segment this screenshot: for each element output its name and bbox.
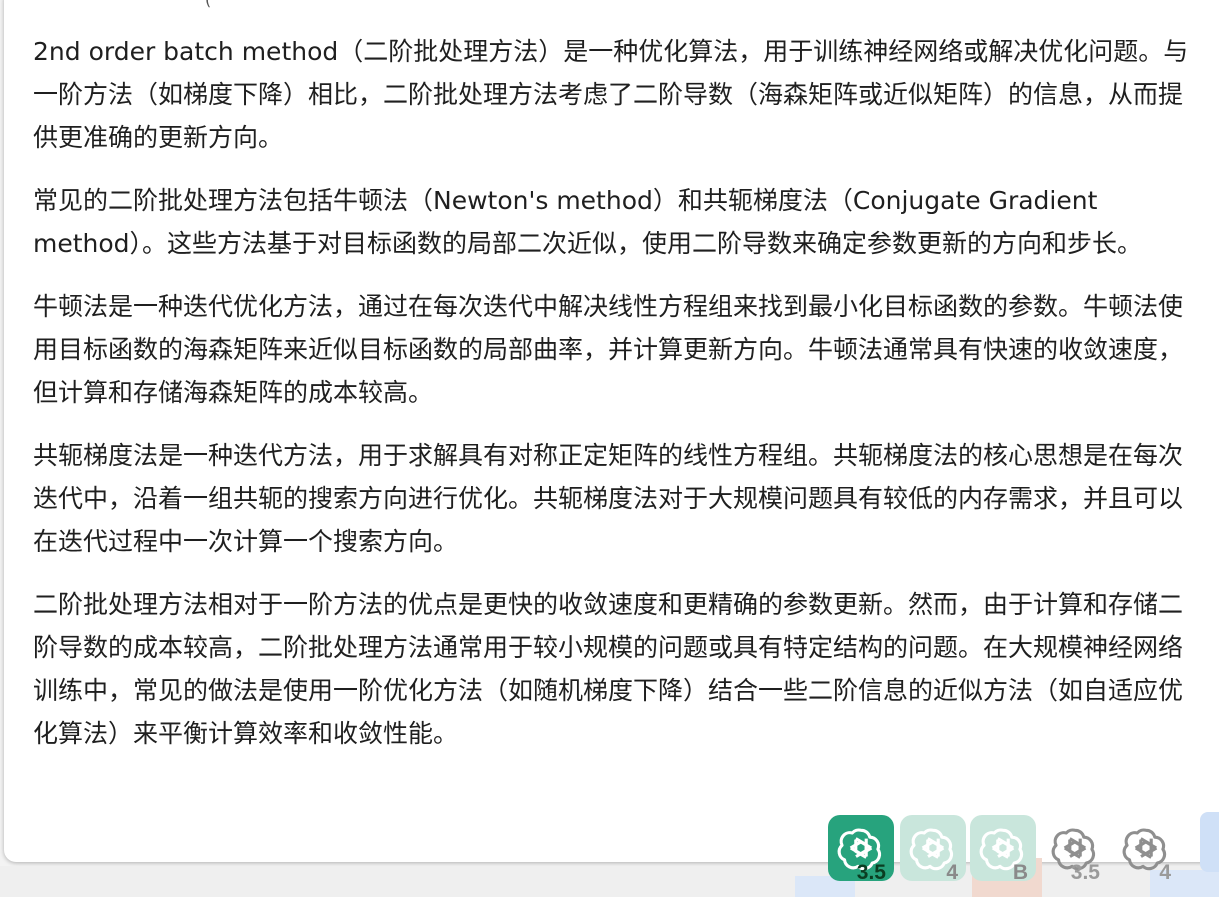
top-partial-text: ( — [205, 0, 211, 9]
paragraph: 牛顿法是一种迭代优化方法，通过在每次迭代中解决线性方程组来找到最小化目标函数的参… — [33, 292, 1184, 407]
model-tile-label: 3.5 — [856, 861, 886, 884]
side-tab[interactable] — [1200, 812, 1219, 872]
model-tile-gpt-3-5[interactable]: 3.5 — [828, 815, 894, 884]
model-tile-label: B — [1012, 861, 1028, 884]
answer-content: 2nd order batch method（二阶批处理方法）是一种优化算法，用… — [33, 30, 1193, 775]
paragraph: 常见的二阶批处理方法包括牛顿法（Newton's method）和共轭梯度法（C… — [33, 186, 1143, 258]
paragraph: 二阶批处理方法相对于一阶方法的优点是更快的收敛速度和更精确的参数更新。然而，由于… — [33, 590, 1184, 748]
model-tile-gpt-4[interactable]: 4 — [900, 815, 966, 884]
model-tile-b[interactable]: B — [970, 815, 1036, 884]
model-tile-label: 4 — [1159, 861, 1171, 884]
model-tile-label: 4 — [946, 861, 958, 884]
paragraph: 2nd order batch method（二阶批处理方法）是一种优化算法，用… — [33, 37, 1189, 152]
model-tile-3-5-outline[interactable]: 3.5 — [1042, 815, 1108, 884]
model-tile-4-outline[interactable]: 4 — [1113, 815, 1179, 884]
paragraph: 共轭梯度法是一种迭代方法，用于求解具有对称正定矩阵的线性方程组。共轭梯度法的核心… — [33, 441, 1184, 556]
model-tile-label: 3.5 — [1070, 861, 1100, 884]
